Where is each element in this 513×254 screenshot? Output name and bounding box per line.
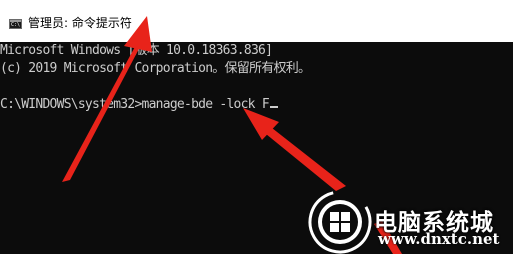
arrow-to-title-shaft bbox=[62, 43, 141, 182]
watermark-url: www.dnxtc.net bbox=[378, 230, 500, 248]
arrow-to-command-shaft bbox=[266, 128, 346, 191]
arrow-to-title-head bbox=[124, 16, 152, 52]
windows-logo-icon bbox=[308, 190, 372, 254]
